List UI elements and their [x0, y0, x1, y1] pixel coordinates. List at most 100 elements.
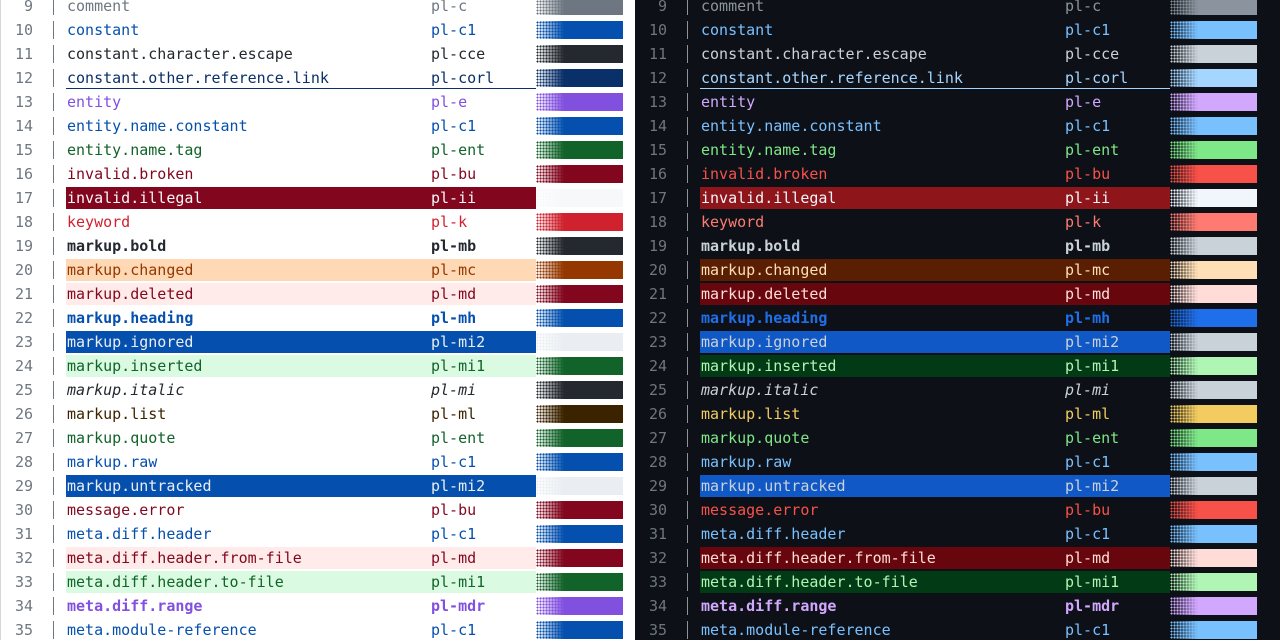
- color-swatch: [1170, 597, 1257, 615]
- scope-class: pl-mc: [1065, 261, 1111, 279]
- dark-theme-panel: 9 comment pl-c 10 constant pl-c1 11 consta…: [635, 0, 1280, 640]
- scope-name: constant.other.reference.link: [67, 69, 329, 87]
- line-number: 11: [648, 45, 667, 63]
- scope-row: 23 markup.ignored pl-mi2: [1, 330, 635, 354]
- color-swatch: [536, 477, 623, 495]
- scope-name: invalid.illegal: [701, 189, 837, 207]
- scope-row: 10 constant pl-c1: [1, 18, 635, 42]
- scope-name: markup.ignored: [67, 333, 194, 351]
- scope-class: pl-md: [431, 285, 477, 303]
- scope-highlight: markup.italic pl-mi: [700, 379, 1170, 401]
- color-swatch: [536, 45, 623, 63]
- scope-class: pl-corl: [431, 69, 495, 87]
- scope-class: pl-mi1: [431, 573, 486, 591]
- scope-highlight: meta.diff.header.to-file pl-mi1: [66, 571, 536, 593]
- color-swatch: [536, 597, 623, 615]
- gutter-divider: [53, 381, 54, 399]
- scope-class: pl-mi2: [431, 477, 486, 495]
- gutter-divider: [53, 621, 54, 639]
- scope-highlight: entity.name.tag pl-ent: [66, 139, 536, 161]
- scope-name: markup.untracked: [67, 477, 212, 495]
- line-number: 26: [648, 405, 667, 423]
- light-theme-panel: 9 comment pl-c 10 constant pl-c1 11 consta…: [0, 0, 635, 640]
- scope-name: markup.heading: [701, 309, 828, 327]
- scope-class: pl-c1: [431, 117, 477, 135]
- color-swatch: [536, 261, 623, 279]
- line-number: 23: [14, 333, 33, 351]
- scope-highlight: meta.diff.header.to-file pl-mi1: [700, 571, 1170, 593]
- scope-row: 28 markup.raw pl-c1: [1, 450, 635, 474]
- scope-name: markup.untracked: [701, 477, 846, 495]
- scope-highlight: meta.diff.header.from-file pl-md: [700, 547, 1170, 569]
- color-swatch: [1170, 357, 1257, 375]
- scope-highlight: markup.inserted pl-mi1: [700, 355, 1170, 377]
- scope-class: pl-mb: [1065, 237, 1111, 255]
- scope-row: 21 markup.deleted pl-md: [635, 282, 1280, 306]
- scope-row: 35 meta.module-reference pl-c1: [635, 618, 1280, 640]
- scope-class: pl-ii: [431, 189, 477, 207]
- scope-highlight: meta.diff.range pl-mdr: [700, 595, 1170, 617]
- scope-row: 25 markup.italic pl-mi: [635, 378, 1280, 402]
- scope-row: 12 constant.other.reference.link pl-corl: [635, 66, 1280, 90]
- gutter-divider: [687, 45, 688, 63]
- scope-name: entity.name.tag: [701, 141, 837, 159]
- scope-row: 20 markup.changed pl-mc: [635, 258, 1280, 282]
- scope-row: 12 constant.other.reference.link pl-corl: [1, 66, 635, 90]
- scope-highlight: meta.module-reference pl-c1: [700, 619, 1170, 640]
- color-swatch: [1170, 429, 1257, 447]
- scope-class: pl-cce: [431, 45, 486, 63]
- scope-class: pl-mi: [1065, 381, 1111, 399]
- gutter-divider: [53, 525, 54, 543]
- color-swatch: [1170, 189, 1257, 207]
- scope-highlight: markup.ignored pl-mi2: [700, 331, 1170, 353]
- scope-name: invalid.illegal: [67, 189, 203, 207]
- color-swatch: [1170, 621, 1257, 639]
- scope-row: 22 markup.heading pl-mh: [1, 306, 635, 330]
- scope-highlight: markup.list pl-ml: [66, 403, 536, 425]
- scope-class: pl-ml: [1065, 405, 1111, 423]
- color-swatch: [536, 165, 623, 183]
- scope-name: constant.character.escape: [67, 45, 293, 63]
- scope-name: markup.raw: [701, 453, 792, 471]
- line-number: 13: [648, 93, 667, 111]
- gutter-divider: [687, 261, 688, 279]
- scope-class: pl-e: [431, 93, 468, 111]
- scope-class: pl-bu: [431, 165, 477, 183]
- scope-name: entity.name.constant: [67, 117, 248, 135]
- line-number: 28: [14, 453, 33, 471]
- scope-highlight: keyword pl-k: [700, 211, 1170, 233]
- color-swatch: [1170, 333, 1257, 351]
- gutter-divider: [687, 141, 688, 159]
- scope-name: markup.bold: [701, 237, 801, 255]
- scope-highlight: entity.name.constant pl-c1: [66, 115, 536, 137]
- scope-highlight: comment pl-c: [700, 0, 1170, 17]
- scope-name: invalid.broken: [701, 165, 828, 183]
- line-number: 25: [14, 381, 33, 399]
- scope-name: entity.name.constant: [701, 117, 882, 135]
- scope-row: 23 markup.ignored pl-mi2: [635, 330, 1280, 354]
- line-number: 29: [648, 477, 667, 495]
- color-swatch: [536, 285, 623, 303]
- scope-class: pl-ent: [1065, 429, 1120, 447]
- line-number: 30: [14, 501, 33, 519]
- scope-class: pl-md: [431, 549, 477, 567]
- line-number: 31: [14, 525, 33, 543]
- scope-class: pl-c1: [1065, 453, 1111, 471]
- scope-name: markup.deleted: [67, 285, 194, 303]
- color-swatch: [1170, 117, 1257, 135]
- gutter-divider: [53, 93, 54, 111]
- line-number: 23: [648, 333, 667, 351]
- gutter-divider: [687, 21, 688, 39]
- scope-class: pl-c: [431, 0, 468, 15]
- gutter-divider: [687, 357, 688, 375]
- gutter-divider: [53, 405, 54, 423]
- scope-class: pl-c1: [1065, 117, 1111, 135]
- gutter-divider: [687, 117, 688, 135]
- color-swatch: [536, 333, 623, 351]
- scope-name: constant.character.escape: [701, 45, 927, 63]
- color-swatch: [1170, 45, 1257, 63]
- scope-highlight: markup.bold pl-mb: [700, 235, 1170, 257]
- scope-row: 13 entity pl-e: [1, 90, 635, 114]
- scope-row: 22 markup.heading pl-mh: [635, 306, 1280, 330]
- color-swatch: [1170, 309, 1257, 327]
